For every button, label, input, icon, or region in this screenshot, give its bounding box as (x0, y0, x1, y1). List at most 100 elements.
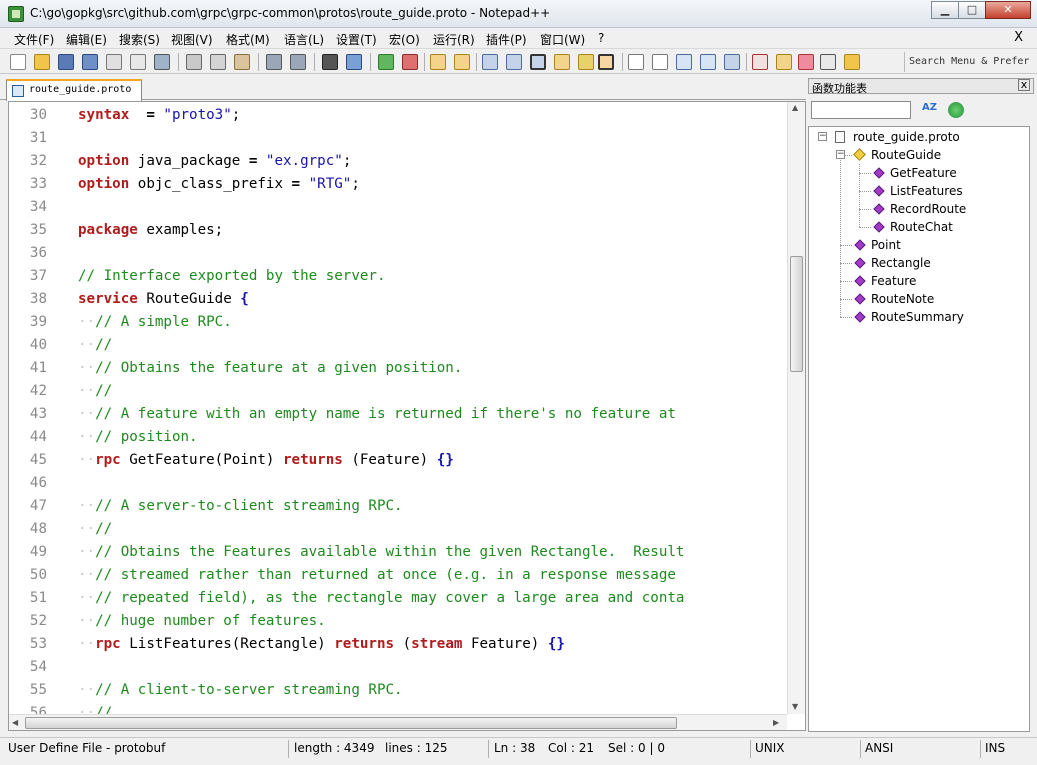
menu-settings[interactable]: 设置(T) (336, 31, 377, 48)
code-line[interactable]: 42 ··// (9, 380, 787, 403)
indent-guide-icon[interactable] (530, 54, 546, 70)
horizontal-scrollbar[interactable]: ◀ ▶ (9, 714, 787, 730)
notepadpp-app-icon[interactable] (8, 6, 24, 22)
show-all-chars-icon[interactable] (506, 54, 522, 70)
menu-macro[interactable]: 宏(O) (389, 31, 420, 48)
save-icon[interactable] (58, 54, 74, 70)
code-line[interactable]: 50 ··// streamed rather than returned at … (9, 564, 787, 587)
maximize-button[interactable]: □ (958, 1, 986, 19)
save-all-icon[interactable] (82, 54, 98, 70)
horizontal-scroll-thumb[interactable] (25, 717, 677, 729)
code-line[interactable]: 41 ··// Obtains the feature at a given po… (9, 357, 787, 380)
close-button[interactable]: ✕ (985, 1, 1031, 19)
code-token: Feature) (462, 636, 548, 652)
code-line[interactable]: 33 option objc_class_prefix = "RTG"; (9, 173, 787, 196)
code-line[interactable]: 36 (9, 242, 787, 265)
code-line[interactable]: 45 ··rpc GetFeature(Point) returns (Featu… (9, 449, 787, 472)
spell-next-icon[interactable] (776, 54, 792, 70)
function-list-icon[interactable] (598, 54, 614, 70)
sort-az-icon[interactable]: AZ (922, 102, 938, 118)
collapse-icon[interactable]: − (836, 150, 845, 159)
code-area[interactable]: 30 syntax = "proto3"; 31 32 option java_pack… (9, 102, 787, 714)
code-line[interactable]: 53 ··rpc ListFeatures(Rectangle) returns … (9, 633, 787, 656)
scroll-left-icon[interactable]: ◀ (12, 718, 18, 727)
heart-plugin-icon[interactable] (798, 54, 814, 70)
cut-icon[interactable] (186, 54, 202, 70)
menu-plugins[interactable]: 插件(P) (486, 31, 527, 48)
code-line[interactable]: 37 // Interface exported by the server. (9, 265, 787, 288)
vertical-scroll-thumb[interactable] (790, 256, 803, 372)
menu-edit[interactable]: 编辑(E) (66, 31, 107, 48)
code-token: // repeated field), as the rectangle may… (95, 590, 685, 606)
copy-icon[interactable] (210, 54, 226, 70)
function-search-input[interactable] (811, 101, 911, 119)
print-icon[interactable] (154, 54, 170, 70)
code-line[interactable]: 55 ··// A client-to-server streaming RPC. (9, 679, 787, 702)
open-folder-icon[interactable] (34, 54, 50, 70)
code-line[interactable]: 34 (9, 196, 787, 219)
user-language-icon[interactable] (554, 54, 570, 70)
paste-icon[interactable] (234, 54, 250, 70)
menu-view[interactable]: 视图(V) (171, 31, 213, 48)
console-icon[interactable] (820, 54, 836, 70)
code-editor[interactable]: 30 syntax = "proto3"; 31 32 option java_pack… (8, 101, 806, 731)
search-menu-input[interactable]: Search Menu & Prefer (904, 52, 1034, 72)
code-line[interactable]: 40 ··// (9, 334, 787, 357)
code-line[interactable]: 48 ··// (9, 518, 787, 541)
line-content: ··// Obtains the Features available with… (78, 541, 684, 564)
redo-icon[interactable] (290, 54, 306, 70)
close-file-icon[interactable] (106, 54, 122, 70)
code-line[interactable]: 56 ··// (9, 702, 787, 714)
spell-check-icon[interactable] (752, 54, 768, 70)
menu-search[interactable]: 搜索(S) (119, 31, 160, 48)
code-line[interactable]: 54 (9, 656, 787, 679)
explorer-icon[interactable] (844, 54, 860, 70)
scroll-right-icon[interactable]: ▶ (773, 718, 779, 727)
menu-run[interactable]: 运行(R) (433, 31, 475, 48)
code-line[interactable]: 43 ··// A feature with an empty name is r… (9, 403, 787, 426)
vertical-scrollbar[interactable]: ▲ ▼ (787, 102, 805, 714)
stop-macro-icon[interactable] (652, 54, 668, 70)
replace-icon[interactable] (346, 54, 362, 70)
word-wrap-icon[interactable] (482, 54, 498, 70)
code-line[interactable]: 39 ··// A simple RPC. (9, 311, 787, 334)
code-line[interactable]: 47 ··// A server-to-client streaming RPC. (9, 495, 787, 518)
find-icon[interactable] (322, 54, 338, 70)
play-macro-icon[interactable] (676, 54, 692, 70)
save-macro-icon[interactable] (724, 54, 740, 70)
scroll-up-icon[interactable]: ▲ (792, 103, 798, 112)
code-line[interactable]: 35 package examples; (9, 219, 787, 242)
sync-horizontal-icon[interactable] (454, 54, 470, 70)
code-line[interactable]: 38 service RouteGuide { (9, 288, 787, 311)
close-all-icon[interactable] (130, 54, 146, 70)
tab-route-guide-proto[interactable]: route_guide.proto (6, 79, 142, 101)
undo-icon[interactable] (266, 54, 282, 70)
menu-language[interactable]: 语言(L) (284, 31, 324, 48)
tree-node-label: RouteGuide (871, 148, 942, 162)
code-line[interactable]: 44 ··// position. (9, 426, 787, 449)
zoom-out-icon[interactable] (402, 54, 418, 70)
menu-window[interactable]: 窗口(W) (540, 31, 585, 48)
reload-icon[interactable] (948, 102, 964, 118)
close-document-button[interactable]: X (1014, 30, 1023, 45)
run-macro-multiple-icon[interactable] (700, 54, 716, 70)
doc-map-icon[interactable] (578, 54, 594, 70)
code-line[interactable]: 52 ··// huge number of features. (9, 610, 787, 633)
sync-vertical-icon[interactable] (430, 54, 446, 70)
menu-format[interactable]: 格式(M) (226, 31, 270, 48)
menu-file[interactable]: 文件(F) (14, 31, 54, 48)
collapse-icon[interactable]: − (818, 132, 827, 141)
new-file-icon[interactable] (10, 54, 26, 70)
function-list-close-button[interactable]: x (1018, 79, 1030, 91)
menu-help[interactable]: ? (598, 31, 604, 45)
scroll-down-icon[interactable]: ▼ (792, 702, 798, 711)
minimize-button[interactable]: ▁ (931, 1, 959, 19)
code-line[interactable]: 31 (9, 127, 787, 150)
code-line[interactable]: 51 ··// repeated field), as the rectangle… (9, 587, 787, 610)
code-line[interactable]: 49 ··// Obtains the Features available wi… (9, 541, 787, 564)
record-macro-icon[interactable] (628, 54, 644, 70)
zoom-in-icon[interactable] (378, 54, 394, 70)
code-line[interactable]: 30 syntax = "proto3"; (9, 104, 787, 127)
code-line[interactable]: 32 option java_package = "ex.grpc"; (9, 150, 787, 173)
code-line[interactable]: 46 (9, 472, 787, 495)
